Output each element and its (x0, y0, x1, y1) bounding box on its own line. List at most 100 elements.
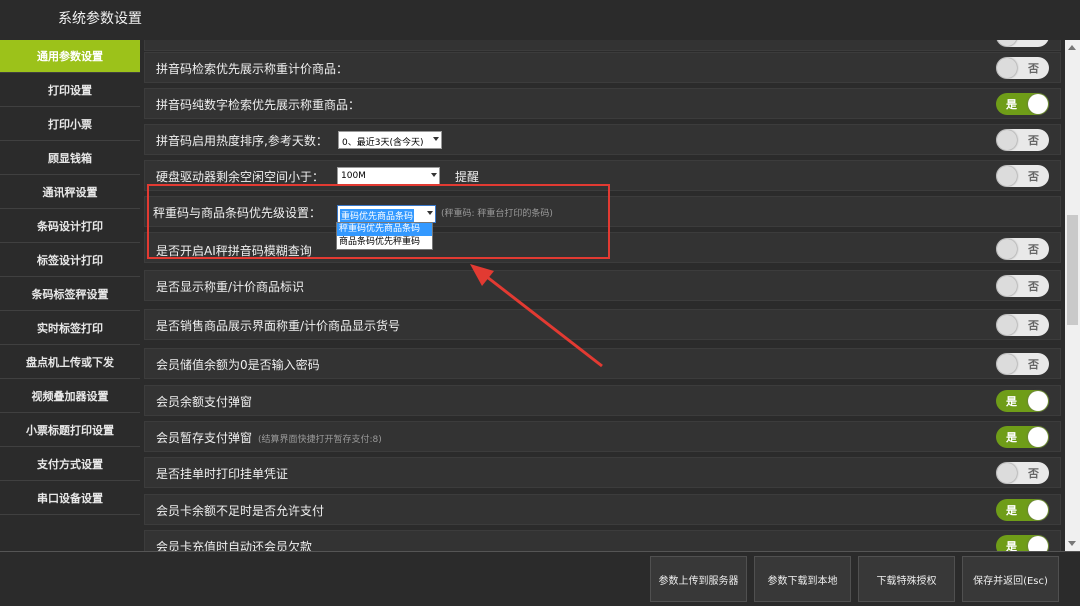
toggle-state: 是 (1006, 98, 1017, 111)
setting-label: 拼音码启用热度排序,参考天数： (156, 134, 328, 148)
sidebar-item-inventory[interactable]: 盘点机上传或下发 (0, 346, 140, 379)
toggle-knob (997, 40, 1017, 46)
toggle-knob (1028, 536, 1048, 551)
sidebar-item-serial[interactable]: 串口设备设置 (0, 482, 140, 515)
sidebar-item-scale[interactable]: 通讯秤设置 (0, 176, 140, 209)
sidebar-item-label: 实时标签打印 (37, 322, 103, 335)
sidebar-item-payment[interactable]: 支付方式设置 (0, 448, 140, 481)
setting-label: 秤重码与商品条码优先级设置： (153, 206, 322, 220)
toggle-state: 否 (1028, 319, 1039, 332)
setting-label: 是否开启AI秤拼音码模糊查询 (156, 244, 312, 258)
setting-label: 会员余额支付弹窗 (156, 395, 253, 409)
download-params-button[interactable]: 参数下载到本地 (754, 556, 851, 602)
toggle-knob (997, 166, 1017, 186)
toggle-state: 否 (1028, 170, 1039, 183)
toggle-knob (1028, 391, 1048, 411)
sidebar-item-barcode-design[interactable]: 条码设计打印 (0, 210, 140, 243)
toggle-knob (997, 58, 1017, 78)
settings-row: 硬盘驱动器剩余空闲空间小于： 100M 提醒 否 (144, 160, 1061, 191)
setting-label-text: 会员暂存支付弹窗 (156, 431, 253, 445)
toggle-switch[interactable]: 是 (996, 426, 1049, 448)
settings-row: 会员暂存支付弹窗 (结算界面快捷打开暂存支付:8) 是 (144, 421, 1061, 452)
settings-row: 会员卡充值时自动还会员欠款 是 (144, 530, 1061, 551)
toggle-switch[interactable]: 是 (996, 535, 1049, 551)
toggle-switch[interactable]: 否 (996, 238, 1049, 260)
save-return-button[interactable]: 保存并返回(Esc) (962, 556, 1059, 602)
vertical-scrollbar[interactable] (1065, 40, 1080, 551)
toggle-knob (997, 130, 1017, 150)
toggle-state: 否 (1028, 280, 1039, 293)
setting-label: 会员储值余额为0是否输入密码 (156, 358, 320, 372)
toggle-state: 是 (1006, 504, 1017, 517)
toggle-switch[interactable]: 否 (996, 353, 1049, 375)
toggle-switch[interactable]: 是 (996, 499, 1049, 521)
sidebar-item-print[interactable]: 打印设置 (0, 74, 140, 107)
chevron-down-icon (433, 137, 439, 141)
sidebar-item-display-drawer[interactable]: 顾显钱箱 (0, 142, 140, 175)
toggle-switch[interactable]: 否 (996, 165, 1049, 187)
sidebar-item-label: 视频叠加器设置 (31, 390, 109, 403)
sidebar-item-video-overlay[interactable]: 视频叠加器设置 (0, 380, 140, 413)
toggle-switch[interactable]: 否 (996, 314, 1049, 336)
setting-label: 是否销售商品展示界面称重/计价商品显示货号 (156, 319, 401, 333)
chevron-down-icon (431, 173, 437, 177)
dropdown-option[interactable]: 商品条码优先秤重码 (337, 236, 432, 249)
toggle-switch[interactable]: 是 (996, 390, 1049, 412)
settings-row: 是否销售商品展示界面称重/计价商品显示货号 否 (144, 309, 1061, 340)
settings-row: 是否开启AI秤拼音码模糊查询 否 (144, 232, 1061, 263)
sidebar-item-general[interactable]: 通用参数设置 (0, 40, 140, 73)
scroll-down-icon[interactable] (1068, 541, 1076, 546)
toggle-knob (1028, 427, 1048, 447)
settings-row: 是否挂单时打印挂单凭证 否 (144, 457, 1061, 488)
settings-row: 会员储值余额为0是否输入密码 否 (144, 348, 1061, 379)
upload-params-button[interactable]: 参数上传到服务器 (650, 556, 747, 602)
settings-row: 拼音码检索优先展示称重计价商品： 否 (144, 52, 1061, 83)
settings-row: 拼音码纯数字检索优先展示称重商品： 是 (144, 88, 1061, 119)
settings-row: 会员卡余额不足时是否允许支付 是 (144, 494, 1061, 525)
sidebar-item-label: 打印小票 (48, 118, 92, 131)
toggle-switch[interactable]: 否 (996, 462, 1049, 484)
select-value: 100M (341, 171, 366, 181)
setting-label: 硬盘驱动器剩余空闲空间小于： (156, 170, 325, 184)
toggle-switch[interactable]: 否 (996, 275, 1049, 297)
sidebar-item-label-design[interactable]: 标签设计打印 (0, 244, 140, 277)
scroll-up-icon[interactable] (1068, 45, 1076, 50)
toggle-switch[interactable]: 是 (996, 93, 1049, 115)
toggle-knob (997, 315, 1017, 335)
heat-days-select[interactable]: 0、最近3天(含今天) (338, 131, 442, 149)
dropdown-option[interactable]: 秤重码优先商品条码 (337, 223, 432, 236)
settings-row: 是否显示称重/计价商品标识 否 (144, 270, 1061, 301)
setting-hint: (结算界面快捷打开暂存支付:8) (258, 435, 382, 445)
setting-label: 会员卡余额不足时是否允许支付 (156, 504, 325, 518)
download-license-button[interactable]: 下载特殊授权 (858, 556, 955, 602)
disk-space-select[interactable]: 100M (337, 167, 440, 185)
priority-select[interactable]: 重码优先商品条码 (337, 205, 436, 223)
sidebar-item-label: 条码设计打印 (37, 220, 103, 233)
sidebar-item-receipt[interactable]: 打印小票 (0, 108, 140, 141)
toggle-switch[interactable] (996, 40, 1049, 47)
chevron-down-icon (427, 211, 433, 215)
sidebar-item-label: 支付方式设置 (37, 458, 103, 471)
toggle-knob (997, 239, 1017, 259)
toggle-knob (1028, 500, 1048, 520)
toggle-switch[interactable]: 否 (996, 57, 1049, 79)
sidebar-item-label: 小票标题打印设置 (26, 424, 114, 437)
toggle-knob (1028, 94, 1048, 114)
setting-label: 拼音码检索优先展示称重计价商品： (156, 62, 349, 76)
sidebar-item-label: 条码标签秤设置 (31, 288, 109, 301)
sidebar-item-receipt-title[interactable]: 小票标题打印设置 (0, 414, 140, 447)
scroll-thumb[interactable] (1067, 215, 1078, 325)
toggle-switch[interactable]: 否 (996, 129, 1049, 151)
remind-label: 提醒 (455, 170, 480, 184)
setting-label: 是否显示称重/计价商品标识 (156, 280, 305, 294)
settings-row: 拼音码启用热度排序,参考天数： 0、最近3天(含今天) 否 (144, 124, 1061, 155)
sidebar-item-label: 通用参数设置 (37, 50, 103, 63)
sidebar-item-label: 盘点机上传或下发 (26, 356, 114, 369)
toggle-state: 否 (1028, 358, 1039, 371)
title-bar: 系统参数设置 (0, 0, 1080, 40)
sidebar-item-barcode-scale[interactable]: 条码标签秤设置 (0, 278, 140, 311)
setting-label: 拼音码纯数字检索优先展示称重商品： (156, 98, 361, 112)
settings-row: 会员余额支付弹窗 是 (144, 385, 1061, 416)
settings-row-partial (144, 40, 1061, 51)
sidebar-item-realtime-label[interactable]: 实时标签打印 (0, 312, 140, 345)
